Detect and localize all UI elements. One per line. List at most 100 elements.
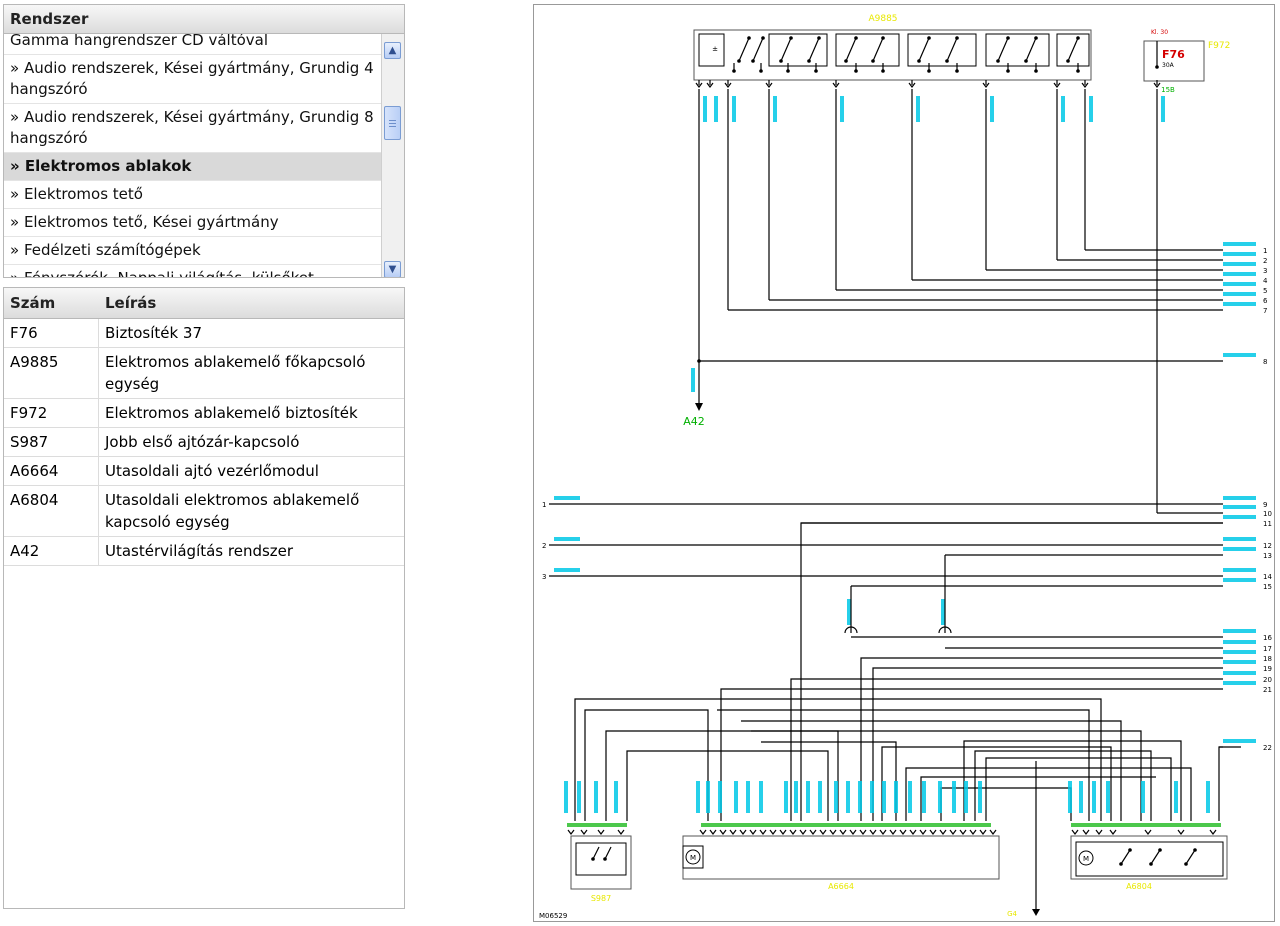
wire-color-label <box>1223 671 1256 675</box>
wire <box>974 750 1152 821</box>
diagram-label: M06529 <box>539 912 567 920</box>
cell-number: S987 <box>4 428 99 456</box>
component-table-header: Szám Leírás <box>4 288 404 319</box>
diagram-label: 7 <box>1263 307 1267 315</box>
wire-junction <box>955 69 959 73</box>
cell-description: Elektromos ablakemelő biztosíték <box>105 404 358 422</box>
wire-color-label <box>1223 292 1256 296</box>
wire-junction <box>747 36 751 40</box>
wire-junction <box>917 59 921 63</box>
scroll-up-button[interactable]: ▲ <box>384 42 401 59</box>
connector-pin <box>567 829 575 835</box>
diagram-label: 2 <box>542 542 546 550</box>
wire-color-label <box>922 781 926 813</box>
wire <box>1218 746 1223 821</box>
main-switch-block <box>693 29 1092 81</box>
wire-color-label <box>696 781 700 813</box>
diagram-label: F76 <box>1162 48 1185 61</box>
wire-junction <box>779 59 783 63</box>
system-panel: Rendszer Gamma hangrendszer CD váltóval»… <box>3 4 405 278</box>
wire-junction <box>1155 65 1159 69</box>
wire-color-label <box>554 537 580 541</box>
connector-pin <box>939 829 947 835</box>
connector-pin <box>1209 829 1217 835</box>
column-header-description: Leírás <box>105 294 157 312</box>
diagram-label: 10 <box>1263 510 1272 518</box>
connector-pin <box>1082 829 1090 835</box>
wire-junction <box>761 36 765 40</box>
fuse-block <box>1143 40 1205 82</box>
wire-color-label <box>1223 578 1256 582</box>
connector-pin <box>859 829 867 835</box>
system-list-item[interactable]: » Elektromos ablakok <box>4 153 382 181</box>
connector-pin <box>789 829 797 835</box>
pin-number-strip <box>701 823 991 827</box>
wire-color-label <box>773 96 777 122</box>
wire-color-label <box>938 781 942 813</box>
wire-color-label <box>1223 302 1256 306</box>
table-row: A6804 Utasoldali elektromos ablakemelő ka… <box>4 486 404 537</box>
system-list-item[interactable]: » Fedélzeti számítógépek <box>4 237 382 265</box>
diagram-label: 19 <box>1263 665 1272 673</box>
system-list-item[interactable]: » Audio rendszerek, Kései gyártmány, Gru… <box>4 104 382 153</box>
system-list-item[interactable]: » Fényszórók, Nappali világítás, külsőke… <box>4 265 382 277</box>
system-list-item[interactable]: Gamma hangrendszer CD váltóval <box>4 34 382 55</box>
system-list-item[interactable]: » Elektromos tető <box>4 181 382 209</box>
pin-number-strip <box>1071 823 1221 827</box>
switch-contact <box>946 37 958 62</box>
wire-junction <box>814 69 818 73</box>
wire-color-label <box>1223 252 1256 256</box>
wire-color-label <box>1223 568 1256 572</box>
connector-pin <box>819 829 827 835</box>
diagram-label: Kl. 30 <box>1151 29 1168 36</box>
switch-contact <box>918 37 930 62</box>
connector-pin <box>749 829 757 835</box>
scroll-thumb[interactable] <box>384 106 401 140</box>
wire-color-label <box>916 96 920 122</box>
wire <box>790 678 1223 821</box>
cell-number: A9885 <box>4 348 99 398</box>
diagram-label: ± <box>712 45 718 53</box>
diagram-label: 8 <box>1263 358 1267 366</box>
chevron-down-icon: ▼ <box>388 264 397 275</box>
connector-pin <box>580 829 588 835</box>
wire <box>584 709 709 821</box>
cell-description: Utastérvilágítás rendszer <box>105 542 294 560</box>
diagram-label: 21 <box>1263 686 1272 694</box>
connector-pin <box>729 829 737 835</box>
cell-number: A6664 <box>4 457 99 485</box>
wire-color-label <box>1206 781 1210 813</box>
switch-contact <box>592 846 600 860</box>
column-header-number: Szám <box>10 294 56 312</box>
system-list-scrollbar[interactable]: ▲ ▼ <box>381 34 404 277</box>
connector-pin <box>839 829 847 835</box>
scroll-down-button[interactable]: ▼ <box>384 261 401 277</box>
connector-pin <box>597 829 605 835</box>
switch-contact <box>1067 37 1079 62</box>
wire-color-label <box>718 781 722 813</box>
system-list-item[interactable]: » Audio rendszerek, Kései gyártmány, Gru… <box>4 55 382 104</box>
wire-junction <box>732 69 736 73</box>
diagram-label: F972 <box>1208 41 1230 51</box>
wire-junction <box>1193 848 1197 852</box>
system-list-item[interactable]: » Elektromos tető, Kései gyártmány <box>4 209 382 237</box>
diagram-label: 1 <box>542 501 546 509</box>
wire-junction <box>927 36 931 40</box>
wire-junction <box>1034 69 1038 73</box>
pin-number-strip <box>567 823 627 827</box>
connector-pin <box>769 829 777 835</box>
wire-color-label <box>1223 505 1256 509</box>
wire-color-label <box>908 781 912 813</box>
diagram-label: 12 <box>1263 542 1272 550</box>
diagram-label: G4 <box>1007 910 1017 918</box>
wire-junction <box>759 69 763 73</box>
cell-description: Utasoldali elektromos ablakemelő kapcsol… <box>105 491 360 531</box>
wire <box>940 787 1072 821</box>
switch-contact <box>997 37 1009 62</box>
switch-contact <box>1025 37 1037 62</box>
connector-pin <box>799 829 807 835</box>
cell-description: Biztosíték 37 <box>105 324 203 342</box>
diagram-label: M <box>690 854 696 862</box>
wire-junction <box>1149 862 1153 866</box>
diagram-label: 3 <box>542 573 546 581</box>
